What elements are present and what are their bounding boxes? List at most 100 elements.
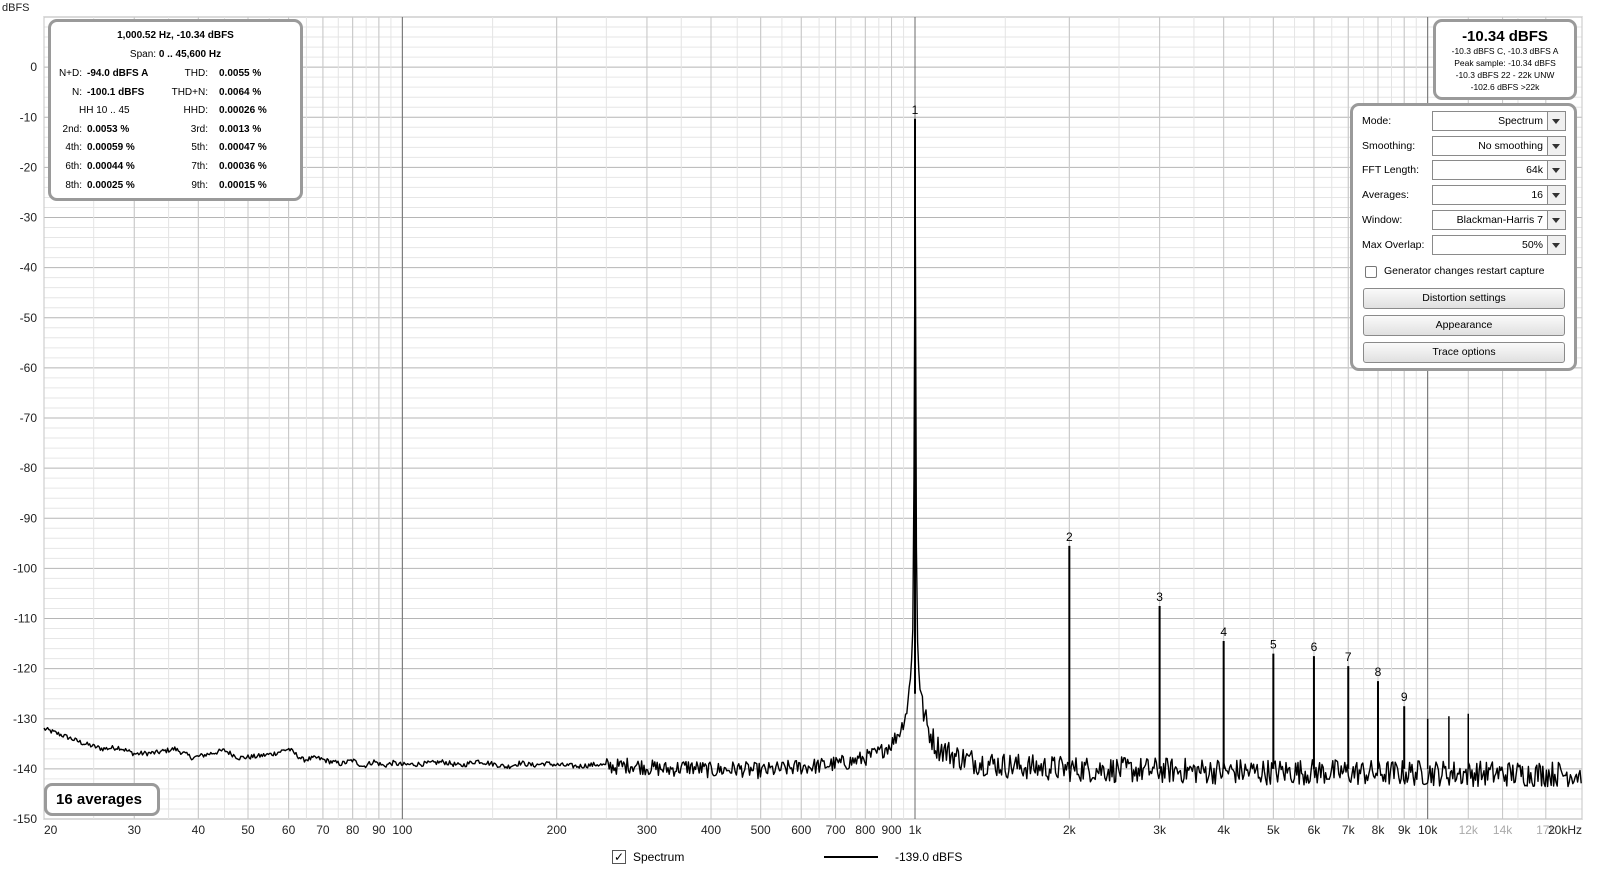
x-tick-label: 14k [1493, 823, 1513, 837]
x-tick-label: 500 [751, 823, 771, 837]
chevron-down-icon[interactable] [1547, 210, 1565, 229]
y-tick-label: -40 [20, 261, 38, 275]
chevron-down-icon[interactable] [1547, 112, 1565, 130]
readout-label: 3rd: [190, 123, 208, 135]
x-tick-label: 900 [882, 823, 902, 837]
span-readout: Span: 0 .. 45,600 Hz [129, 49, 222, 60]
smoothing-select[interactable]: No smoothing [1432, 135, 1566, 156]
chevron-down-icon[interactable] [1547, 235, 1565, 254]
averages-value: 16 [1531, 189, 1543, 202]
averages-select[interactable]: 16 [1432, 185, 1566, 206]
distortion-settings-button[interactable]: Distortion settings [1363, 288, 1565, 309]
spectrum-legend-checkbox[interactable]: ✓ [612, 850, 626, 864]
readout-row: 4th: 0.00059 % 5th: 0.00047 % [51, 139, 300, 157]
readout-value: -100.1 dBFS [87, 86, 145, 98]
readout-value: 0.0013 % [219, 123, 262, 135]
y-tick-label: -30 [20, 211, 38, 225]
readout-value: 0.00025 % [87, 179, 135, 191]
level-line: -10.3 dBFS C, -10.3 dBFS A [1451, 46, 1559, 56]
x-tick-label: 50 [241, 823, 255, 837]
legend-series-name: Spectrum [633, 850, 685, 864]
trace-options-button[interactable]: Trace options [1363, 342, 1565, 363]
readout-value: 0.00026 % [219, 105, 267, 117]
averages-setting: Averages: 16 [1353, 185, 1574, 207]
restart-capture-checkbox[interactable] [1365, 266, 1377, 278]
y-tick-label: -130 [13, 712, 37, 726]
x-tick-label: 5k [1267, 823, 1281, 837]
x-tick-label: 7k [1342, 823, 1356, 837]
readout-label: 7th: [191, 161, 208, 172]
smoothing-value: No smoothing [1478, 139, 1543, 152]
harmonic-label: 6 [1311, 640, 1318, 654]
readout-label: 6th: [65, 161, 82, 172]
chevron-down-icon[interactable] [1547, 161, 1565, 180]
readout-value: 0.00059 % [87, 142, 135, 154]
appearance-button[interactable]: Appearance [1363, 315, 1565, 336]
mode-label: Mode: [1362, 115, 1392, 127]
x-tick-label: 60 [282, 823, 296, 837]
x-tick-label: 70 [316, 823, 330, 837]
x-tick-label: 90 [372, 823, 386, 837]
level-line: Peak sample: -10.34 dBFS [1454, 58, 1556, 68]
x-tick-label: 700 [826, 823, 846, 837]
restart-capture-option[interactable]: Generator changes restart capture [1365, 265, 1575, 281]
readout-row: 2nd: 0.0053 % 3rd: 0.0013 % [51, 121, 300, 139]
y-tick-label: -110 [14, 612, 37, 626]
fft-length-select[interactable]: 64k [1432, 160, 1566, 181]
y-tick-label: -80 [20, 461, 38, 475]
chevron-down-icon[interactable] [1547, 186, 1565, 205]
y-axis-label: dBFS [2, 2, 30, 14]
y-tick-label: -70 [20, 411, 38, 425]
legend-series-value: -139.0 dBFS [895, 850, 963, 864]
x-tick-label: 12k [1459, 823, 1479, 837]
readout-value: 0.0053 % [87, 123, 130, 135]
readout-row: 8th: 0.00025 % 9th: 0.00015 % [51, 177, 300, 195]
mode-select[interactable]: Spectrum [1432, 111, 1566, 131]
harmonic-label: 2 [1066, 530, 1073, 544]
chevron-down-icon[interactable] [1547, 136, 1565, 155]
restart-capture-label: Generator changes restart capture [1384, 265, 1545, 277]
x-tick-label: 100 [392, 823, 412, 837]
y-tick-label: -150 [13, 812, 37, 826]
level-line: -102.6 dBFS >22k [1470, 82, 1540, 92]
x-tick-label: 9k [1398, 823, 1412, 837]
readout-label: HH 10 .. 45 [79, 105, 130, 117]
y-tick-label: -120 [13, 662, 37, 676]
averages-label: Averages: [1362, 189, 1410, 202]
readout-label: 8th: [65, 179, 82, 191]
window-label: Window: [1362, 213, 1403, 226]
x-tick-label: 600 [791, 823, 811, 837]
level-line: -10.3 dBFS 22 - 22k UNW [1455, 70, 1555, 80]
x-tick-label: 1k [909, 823, 923, 837]
y-tick-label: -20 [20, 160, 38, 174]
y-tick-label: -100 [13, 561, 37, 575]
window-value: Blackman-Harris 7 [1456, 213, 1543, 226]
readout-value: 0.00036 % [219, 161, 267, 172]
y-tick-label: -10 [20, 110, 38, 124]
x-tick-label: 6k [1308, 823, 1322, 837]
harmonic-label: 7 [1345, 650, 1352, 664]
x-tick-label: 80 [346, 823, 360, 837]
readout-row: 6th: 0.00044 % 7th: 0.00036 % [51, 158, 300, 176]
y-tick-label: -50 [20, 311, 38, 325]
settings-panel: Mode: Spectrum Smoothing: No smoothing FFT L… [1350, 103, 1577, 371]
x-tick-label: 4k [1217, 823, 1231, 837]
x-tick-label: 10k [1418, 823, 1438, 837]
fft-length-setting: FFT Length: 64k [1353, 160, 1574, 182]
max-overlap-value: 50% [1521, 238, 1543, 251]
fft-length-label: FFT Length: [1362, 164, 1420, 177]
x-tick-label: 200 [547, 823, 567, 837]
readout-value: 0.00015 % [219, 179, 267, 191]
readout-label: 4th: [65, 142, 82, 154]
readout-value: 0.0064 % [219, 86, 262, 98]
x-tick-label: 400 [701, 823, 721, 837]
level-main-value: -10.34 dBFS [1462, 28, 1548, 45]
harmonic-label: 5 [1270, 638, 1277, 652]
x-tick-label: 2k [1063, 823, 1077, 837]
window-select[interactable]: Blackman-Harris 7 [1432, 209, 1566, 230]
harmonic-label: 1 [912, 103, 919, 117]
x-tick-label: 20 [44, 823, 58, 837]
harmonic-label: 9 [1401, 690, 1408, 704]
max-overlap-select[interactable]: 50% [1432, 234, 1566, 255]
readout-label: HHD: [183, 105, 208, 117]
